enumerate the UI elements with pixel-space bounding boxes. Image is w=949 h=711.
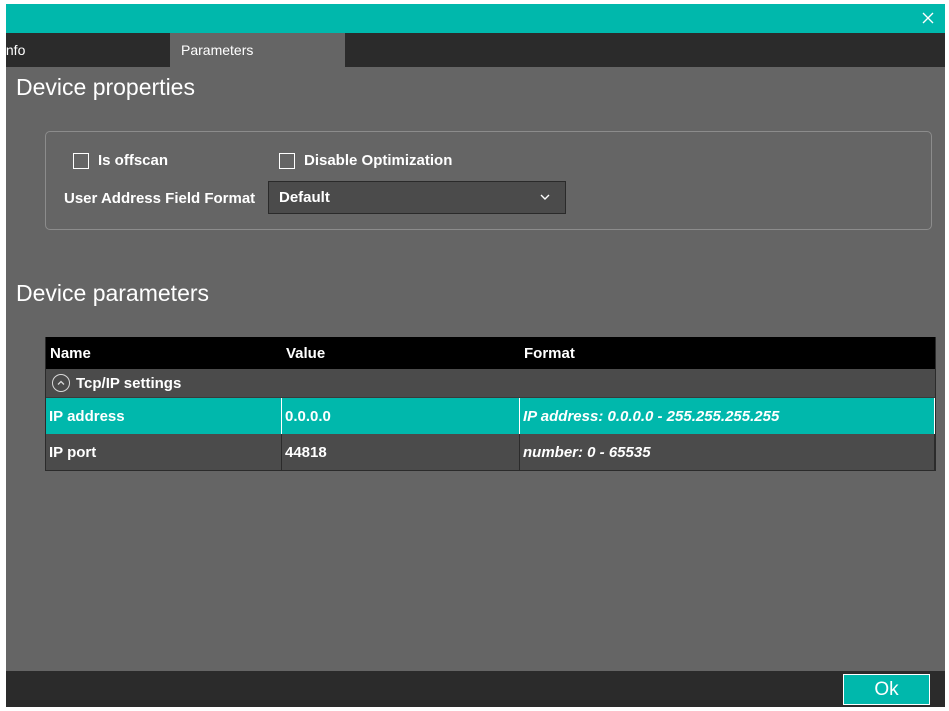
cell-format[interactable]: number: 0 - 65535	[520, 434, 935, 470]
column-header-name[interactable]: Name	[46, 337, 282, 369]
table-row[interactable]: IP address 0.0.0.0 IP address: 0.0.0.0 -…	[46, 398, 935, 434]
parameters-table: Name Value Format Tcp/IP settings IP add…	[45, 337, 936, 471]
tab-parameters[interactable]: Parameters	[170, 33, 345, 67]
address-format-value: Default	[279, 189, 330, 206]
column-header-format[interactable]: Format	[520, 337, 935, 369]
tab-info-label: Info	[2, 42, 26, 58]
cell-format[interactable]: IP address: 0.0.0.0 - 255.255.255.255	[520, 398, 935, 434]
disable-optimization-box[interactable]	[279, 152, 295, 169]
column-header-value[interactable]: Value	[282, 337, 520, 369]
cell-name[interactable]: IP port	[46, 434, 282, 470]
is-offscan-box[interactable]	[73, 152, 89, 169]
is-offscan-label: Is offscan	[98, 152, 169, 169]
device-properties-group: Is offscan Disable Optimization User Add…	[45, 131, 932, 230]
table-header: Name Value Format	[46, 337, 935, 369]
close-button[interactable]	[917, 7, 939, 29]
disable-optimization-checkbox[interactable]: Disable Optimization	[279, 152, 452, 169]
address-format-select[interactable]: Default	[268, 181, 566, 214]
device-properties-title: Device properties	[16, 74, 195, 100]
cell-value[interactable]: 44818	[282, 434, 520, 470]
is-offscan-checkbox[interactable]: Is offscan	[73, 152, 168, 169]
chevron-down-icon	[540, 194, 550, 200]
disable-optimization-label: Disable Optimization	[304, 152, 453, 169]
dialog-window: Info Parameters Device properties Is off…	[2, 4, 945, 707]
address-format-label: User Address Field Format	[64, 190, 256, 207]
cell-name[interactable]: IP address	[46, 398, 282, 434]
device-parameters-title: Device parameters	[16, 280, 210, 306]
group-label: Tcp/IP settings	[76, 374, 182, 392]
close-icon	[922, 12, 934, 24]
title-bar	[6, 4, 945, 33]
ok-button[interactable]: Ok	[843, 674, 930, 705]
table-row[interactable]: IP port 44818 number: 0 - 65535	[46, 434, 935, 471]
cell-value[interactable]: 0.0.0.0	[282, 398, 520, 434]
collapse-toggle[interactable]	[52, 374, 70, 392]
group-row-tcpip[interactable]: Tcp/IP settings	[46, 369, 935, 398]
tab-info[interactable]: Info	[2, 33, 168, 67]
tab-parameters-label: Parameters	[181, 42, 254, 58]
chevron-up-icon	[57, 380, 65, 385]
footer-bar: Ok	[6, 671, 945, 707]
tab-bar: Info Parameters	[2, 33, 945, 67]
